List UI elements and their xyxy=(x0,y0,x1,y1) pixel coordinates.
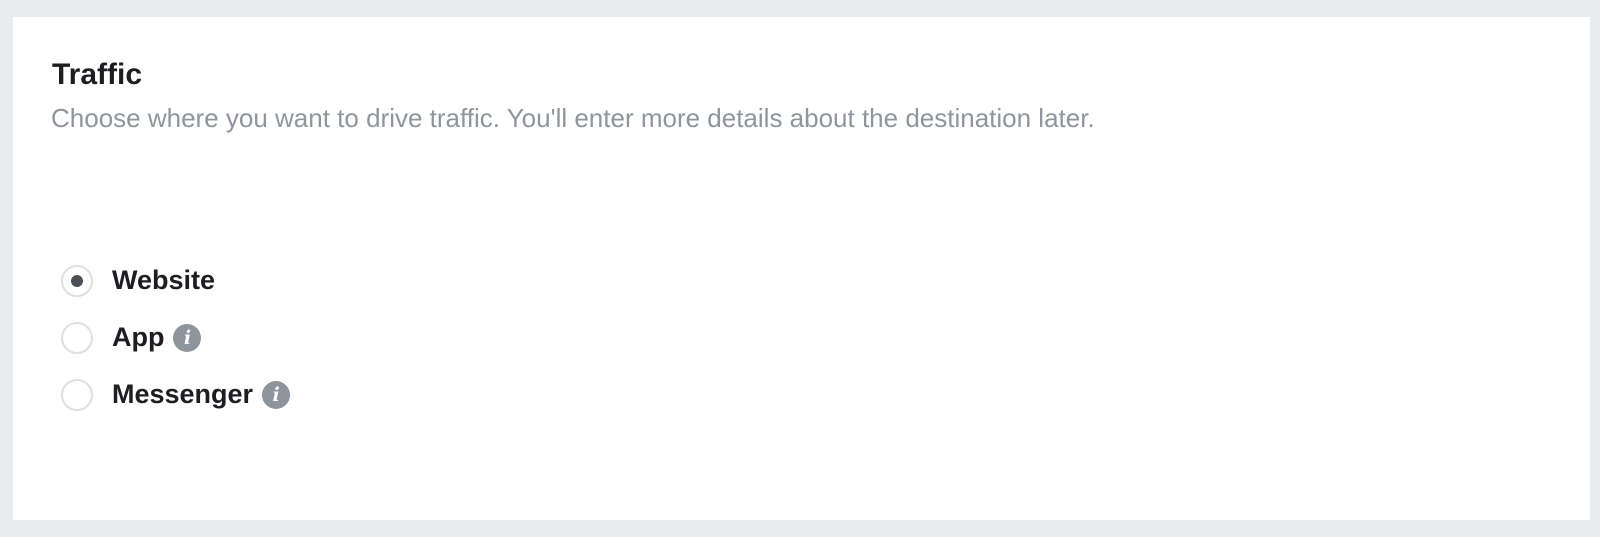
destination-radio-group: Website App i Messenger i xyxy=(61,252,291,423)
option-app[interactable]: App i xyxy=(61,309,290,366)
option-website[interactable]: Website xyxy=(61,252,290,309)
option-label[interactable]: Website xyxy=(112,265,215,296)
section-subtitle: Choose where you want to drive traffic. … xyxy=(51,103,1095,133)
option-label[interactable]: Messenger xyxy=(112,379,253,410)
website-radio[interactable] xyxy=(61,264,93,297)
option-messenger[interactable]: Messenger i xyxy=(61,366,291,423)
info-icon[interactable]: i xyxy=(173,323,202,352)
app-radio[interactable] xyxy=(61,321,93,354)
messenger-radio[interactable] xyxy=(61,378,93,411)
traffic-card: Traffic Choose where you want to drive t… xyxy=(13,17,1590,520)
info-icon[interactable]: i xyxy=(262,380,291,409)
section-title: Traffic xyxy=(52,58,143,91)
option-label[interactable]: App xyxy=(112,322,164,353)
